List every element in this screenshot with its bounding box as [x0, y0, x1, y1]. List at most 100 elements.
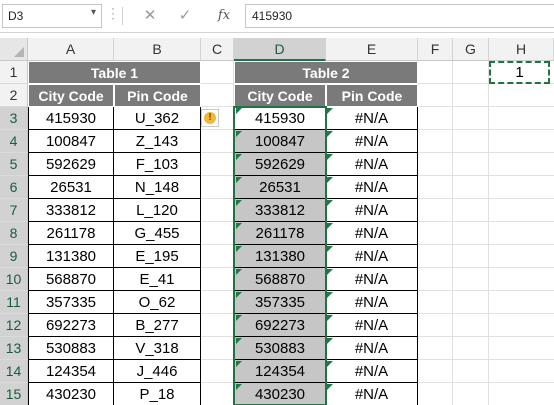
cell-value: 131380 [254, 248, 306, 265]
table2-city-code[interactable]: 357335 [234, 291, 326, 314]
table2-city-code[interactable]: 124354 [234, 360, 326, 383]
table1-pin-code[interactable]: F_103 [114, 153, 201, 176]
row-header-9[interactable]: 9 [0, 245, 28, 268]
table1-pin-code[interactable]: N_148 [114, 176, 201, 199]
table2-pin-code[interactable]: #N/A [326, 268, 418, 291]
table2-pin-code[interactable]: #N/A [326, 199, 418, 222]
table2-pin-code[interactable]: #N/A [326, 107, 418, 130]
table1-pin-code[interactable]: V_318 [114, 337, 201, 360]
row-header-1[interactable]: 1 [0, 61, 28, 84]
column-header-g[interactable]: G [453, 38, 489, 61]
insert-function-icon[interactable]: fx [211, 4, 237, 28]
table2-pin-code[interactable]: #N/A [326, 153, 418, 176]
table2-city-code[interactable]: 430230 [234, 383, 326, 405]
table1-city-code[interactable]: 26531 [28, 176, 114, 199]
table1-city-code[interactable]: 100847 [28, 130, 114, 153]
row-header-10[interactable]: 10 [0, 268, 28, 291]
table1-pin-code[interactable]: G_455 [114, 222, 201, 245]
table1-city-code[interactable]: 568870 [28, 268, 114, 291]
row-header-3[interactable]: 3 [0, 107, 28, 130]
row-header-5[interactable]: 5 [0, 153, 28, 176]
row-header-7[interactable]: 7 [0, 199, 28, 222]
table2-pin-code[interactable]: #N/A [326, 360, 418, 383]
row-header-6[interactable]: 6 [0, 176, 28, 199]
cell-value: 430230 [254, 386, 306, 403]
table2-pin-code[interactable]: #N/A [326, 314, 418, 337]
column-header-b[interactable]: B [114, 38, 201, 61]
table1-city-code[interactable]: 430230 [28, 383, 114, 405]
table1-city-code[interactable]: 530883 [28, 337, 114, 360]
error-indicator-icon [327, 200, 333, 206]
name-box-dropdown-icon[interactable]: ▾ [91, 7, 96, 18]
cell-value: #N/A [354, 133, 389, 150]
row-header-8[interactable]: 8 [0, 222, 28, 245]
name-box[interactable]: D3 ▾ [2, 4, 102, 28]
table2-city-code[interactable]: 415930 [234, 107, 326, 130]
column-header-a[interactable]: A [28, 38, 114, 61]
table1-city-code[interactable]: 692273 [28, 314, 114, 337]
table1-header-pin-code[interactable]: Pin Code [114, 84, 201, 107]
cell-value: 357335 [254, 294, 306, 311]
table1-city-code[interactable]: 415930 [28, 107, 114, 130]
table2-pin-code[interactable]: #N/A [326, 222, 418, 245]
table2-city-code[interactable]: 568870 [234, 268, 326, 291]
table1-city-code[interactable]: 592629 [28, 153, 114, 176]
select-all-corner[interactable] [0, 38, 28, 61]
table2-city-code[interactable]: 530883 [234, 337, 326, 360]
table2-pin-code[interactable]: #N/A [326, 337, 418, 360]
copied-cell-h1[interactable]: 1 [489, 61, 550, 84]
table1-city-code[interactable]: 357335 [28, 291, 114, 314]
table1-pin-code[interactable]: L_120 [114, 199, 201, 222]
table1-pin-code[interactable]: O_62 [114, 291, 201, 314]
cell-value: #N/A [354, 363, 389, 380]
table2-pin-code[interactable]: #N/A [326, 291, 418, 314]
table2-city-code[interactable]: 261178 [234, 222, 326, 245]
table1-pin-code[interactable]: J_446 [114, 360, 201, 383]
table1-city-code[interactable]: 261178 [28, 222, 114, 245]
table1-header-city-code[interactable]: City Code [28, 84, 114, 107]
table2-city-code[interactable]: 333812 [234, 199, 326, 222]
table2-city-code[interactable]: 100847 [234, 130, 326, 153]
row-header-4[interactable]: 4 [0, 130, 28, 153]
worksheet-grid[interactable]: Table 1 City Code Pin Code 415930 100847… [28, 61, 554, 405]
table2-city-code[interactable]: 592629 [234, 153, 326, 176]
formula-input[interactable]: 415930 [245, 4, 554, 28]
table2-city-code[interactable]: 692273 [234, 314, 326, 337]
table2-pin-code[interactable]: #N/A [326, 176, 418, 199]
column-header-h[interactable]: H [489, 38, 554, 61]
table2-pin-code[interactable]: #N/A [326, 245, 418, 268]
table2-pin-code[interactable]: #N/A [326, 383, 418, 405]
column-header-e[interactable]: E [326, 38, 418, 61]
row-header-11[interactable]: 11 [0, 291, 28, 314]
table1-pin-code[interactable]: B_277 [114, 314, 201, 337]
table2-header-pin-code[interactable]: Pin Code [326, 84, 418, 107]
table2-pin-code[interactable]: #N/A [326, 130, 418, 153]
table2-header-city-code[interactable]: City Code [234, 84, 326, 107]
row-header-2[interactable]: 2 [0, 84, 28, 107]
table2-title[interactable]: Table 2 [234, 61, 418, 84]
row-header-13[interactable]: 13 [0, 337, 28, 360]
table1-title[interactable]: Table 1 [28, 61, 201, 84]
table1-pin-code[interactable]: Z_143 [114, 130, 201, 153]
error-indicator-icon [327, 269, 333, 275]
table2-city-code[interactable]: 131380 [234, 245, 326, 268]
error-smart-tag[interactable]: ! [201, 109, 219, 127]
table1-pin-code[interactable]: E_41 [114, 268, 201, 291]
formula-bar-grip-icon[interactable]: · · · [110, 2, 116, 26]
row-header-15[interactable]: 15 [0, 383, 28, 405]
row-header-14[interactable]: 14 [0, 360, 28, 383]
column-header-f[interactable]: F [418, 38, 453, 61]
enter-icon[interactable]: ✓ [172, 4, 198, 28]
table1-pin-code[interactable]: E_195 [114, 245, 201, 268]
table1-pin-code[interactable]: P_18 [114, 383, 201, 405]
column-header-d[interactable]: D [234, 38, 326, 61]
error-indicator-icon [236, 361, 242, 367]
row-header-12[interactable]: 12 [0, 314, 28, 337]
table1-city-code[interactable]: 333812 [28, 199, 114, 222]
table1-pin-code[interactable]: U_362 [114, 107, 201, 130]
table2-city-code[interactable]: 26531 [234, 176, 326, 199]
table1-city-code[interactable]: 124354 [28, 360, 114, 383]
table1-city-code[interactable]: 131380 [28, 245, 114, 268]
cancel-icon[interactable]: ✕ [137, 4, 163, 28]
column-header-c[interactable]: C [201, 38, 234, 61]
